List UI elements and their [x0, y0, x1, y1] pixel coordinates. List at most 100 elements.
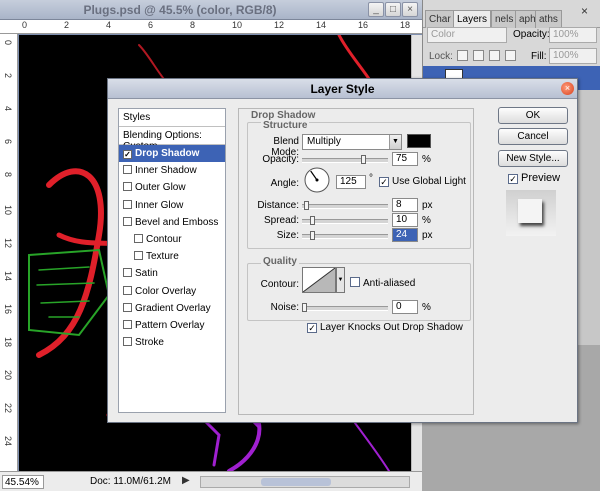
- layer-blend-mode-select[interactable]: Color: [427, 27, 507, 43]
- style-item-checkbox[interactable]: [123, 182, 132, 192]
- ruler-tick-label: 22: [3, 403, 13, 414]
- style-item-outer-glow[interactable]: Outer Glow: [119, 179, 225, 196]
- document-titlebar[interactable]: Plugs.psd @ 45.5% (color, RGB/8) _ □ ×: [0, 0, 422, 20]
- size-label: Size:: [276, 230, 299, 241]
- knocks-out-box[interactable]: ✓: [307, 323, 317, 333]
- dialog-title: Layer Style: [310, 82, 375, 96]
- dialog-titlebar[interactable]: Layer Style ×: [108, 79, 577, 99]
- style-item-satin[interactable]: Satin: [119, 265, 225, 282]
- ruler-tick-label: 2: [3, 73, 13, 79]
- noise-field[interactable]: 0: [392, 300, 418, 314]
- lock-all-icon[interactable]: [505, 50, 516, 61]
- ruler-tick-label: 6: [148, 20, 154, 30]
- style-item-checkbox[interactable]: [123, 165, 132, 175]
- contour-label: Contour:: [260, 279, 299, 290]
- spread-slider[interactable]: [302, 216, 388, 225]
- horizontal-scroll-thumb[interactable]: [261, 478, 331, 486]
- noise-slider[interactable]: [302, 303, 388, 312]
- distance-unit: px: [422, 200, 433, 211]
- style-item-stroke[interactable]: Stroke: [119, 334, 225, 351]
- document-title: Plugs.psd @ 45.5% (color, RGB/8): [83, 3, 277, 17]
- style-item-label: Color Overlay: [135, 285, 197, 297]
- preview-checkbox[interactable]: ✓ Preview: [508, 172, 560, 184]
- style-item-checkbox[interactable]: [123, 285, 132, 295]
- anti-aliased-checkbox[interactable]: Anti-aliased: [350, 277, 415, 289]
- style-item-label: Texture: [146, 251, 179, 263]
- style-item-gradient-overlay[interactable]: Gradient Overlay: [119, 300, 225, 317]
- panel-close-icon[interactable]: ×: [581, 4, 588, 18]
- size-slider-thumb[interactable]: [310, 231, 315, 240]
- status-bar: 45.54% Doc: 11.0M/61.2M ▶: [0, 471, 422, 491]
- style-item-drop-shadow[interactable]: ✓ Drop Shadow: [119, 145, 225, 162]
- style-item-checkbox[interactable]: [123, 337, 132, 347]
- ok-button[interactable]: OK: [498, 107, 568, 124]
- horizontal-scrollbar[interactable]: [200, 476, 410, 488]
- style-item-checkbox[interactable]: [123, 320, 132, 329]
- ruler-vertical[interactable]: 0 2 4 6 8 10 12 14 16 18 20 22 24: [0, 34, 18, 471]
- tab-channels[interactable]: nels: [491, 10, 518, 28]
- tab-paths[interactable]: aths: [535, 10, 562, 28]
- use-global-light-box[interactable]: ✓: [379, 177, 389, 187]
- knocks-out-checkbox[interactable]: ✓ Layer Knocks Out Drop Shadow: [307, 322, 463, 333]
- style-item-checkbox[interactable]: [123, 302, 132, 312]
- angle-field[interactable]: 125: [336, 175, 366, 189]
- layer-opacity-field[interactable]: 100%: [549, 27, 597, 43]
- style-item-checkbox[interactable]: [134, 251, 143, 261]
- distance-slider[interactable]: [302, 201, 388, 210]
- preview-box-check[interactable]: ✓: [508, 174, 518, 184]
- spread-field[interactable]: 10: [392, 213, 418, 227]
- use-global-light-checkbox[interactable]: ✓ Use Global Light: [379, 176, 466, 187]
- style-item-checkbox[interactable]: [123, 268, 132, 278]
- contour-picker[interactable]: [302, 267, 336, 293]
- blend-mode-select[interactable]: Multiply ▼: [302, 134, 402, 150]
- style-item-color-overlay[interactable]: Color Overlay: [119, 283, 225, 300]
- angle-dial[interactable]: [303, 166, 331, 194]
- lock-transparency-icon[interactable]: [457, 50, 468, 61]
- lock-image-icon[interactable]: [473, 50, 484, 61]
- opacity-field[interactable]: 75: [392, 152, 418, 166]
- dialog-close-button[interactable]: ×: [561, 82, 574, 95]
- style-item-inner-shadow[interactable]: Inner Shadow: [119, 162, 225, 179]
- status-menu-arrow-icon[interactable]: ▶: [182, 475, 190, 486]
- ruler-tick-label: 14: [3, 271, 13, 282]
- size-slider[interactable]: [302, 231, 388, 240]
- style-item-pattern-overlay[interactable]: Pattern Overlay: [119, 317, 225, 334]
- style-item-texture[interactable]: Texture: [119, 248, 225, 265]
- new-style-button[interactable]: New Style...: [498, 150, 568, 167]
- noise-slider-thumb[interactable]: [302, 303, 307, 312]
- style-item-checkbox[interactable]: [123, 216, 132, 226]
- opacity-slider-thumb[interactable]: [361, 155, 366, 164]
- distance-field[interactable]: 8: [392, 198, 418, 212]
- cancel-button[interactable]: Cancel: [498, 128, 568, 145]
- style-item-inner-glow[interactable]: Inner Glow: [119, 197, 225, 214]
- style-item-checkbox[interactable]: [123, 199, 132, 209]
- tab-layers[interactable]: Layers: [453, 10, 492, 28]
- contour-dropdown-icon[interactable]: ▼: [336, 267, 345, 293]
- zoom-field[interactable]: 45.54%: [2, 475, 44, 489]
- anti-aliased-label: Anti-aliased: [363, 278, 416, 289]
- fill-label: Fill:: [531, 51, 547, 62]
- fill-field[interactable]: 100%: [549, 48, 597, 64]
- style-item-bevel-and-emboss[interactable]: Bevel and Emboss: [119, 214, 225, 231]
- style-item-checkbox[interactable]: ✓: [123, 150, 132, 159]
- style-item-contour[interactable]: Contour: [119, 231, 225, 248]
- blend-mode-value: Multiply: [307, 136, 341, 147]
- minimize-button[interactable]: _: [368, 2, 384, 17]
- blending-options-item[interactable]: Blending Options: Custom: [119, 127, 225, 152]
- distance-slider-thumb[interactable]: [304, 201, 309, 210]
- style-item-label: Contour: [146, 234, 182, 245]
- tab-character[interactable]: Char: [425, 10, 455, 28]
- style-item-label: Satin: [135, 268, 158, 280]
- styles-header[interactable]: Styles: [119, 109, 225, 127]
- lock-position-icon[interactable]: [489, 50, 500, 61]
- shadow-color-swatch[interactable]: [407, 134, 431, 148]
- size-field[interactable]: 24: [392, 228, 418, 242]
- close-button[interactable]: ×: [402, 2, 418, 17]
- ruler-tick-label: 0: [3, 40, 13, 46]
- opacity-slider[interactable]: [302, 155, 388, 164]
- maximize-button[interactable]: □: [385, 2, 401, 17]
- ruler-horizontal[interactable]: 0 2 4 6 8 10 12 14 16 18: [0, 20, 422, 34]
- style-item-checkbox[interactable]: [134, 234, 143, 243]
- spread-slider-thumb[interactable]: [310, 216, 315, 225]
- anti-aliased-box[interactable]: [350, 277, 360, 287]
